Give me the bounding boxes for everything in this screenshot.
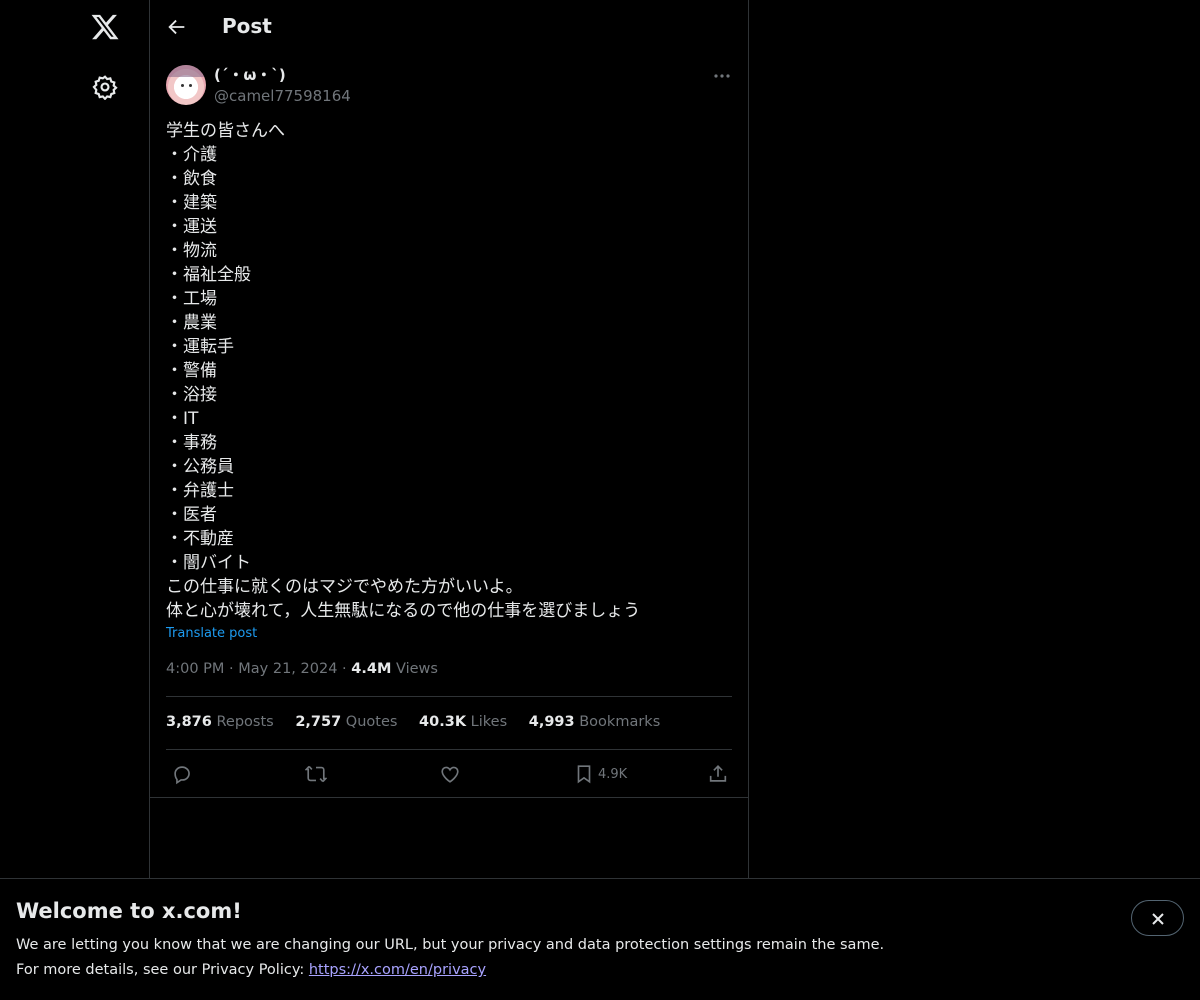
- close-icon: [1152, 913, 1164, 925]
- post-text-line: ・浴接: [166, 385, 217, 405]
- welcome-banner: Welcome to x.com! We are letting you kno…: [0, 878, 1200, 1000]
- banner-text: We are letting you know that we are chan…: [16, 937, 885, 953]
- likes-label: Likes: [470, 714, 508, 730]
- bookmarks-stat: 4,993 Bookmarks: [529, 714, 661, 730]
- quotes-count: 2,757: [295, 714, 342, 730]
- post: (´・ω・`) @camel77598164 学生の皆さんへ ・介護 ・飲食 ・…: [150, 54, 748, 798]
- post-text-line: ・弁護士: [166, 481, 234, 501]
- meta-separator: ·: [229, 661, 234, 677]
- left-rail: [0, 0, 150, 1000]
- post-text-line: ・福祉全般: [166, 265, 251, 285]
- post-text-line: ・介護: [166, 145, 217, 165]
- back-arrow-icon[interactable]: [166, 16, 188, 38]
- post-text-line: ・警備: [166, 361, 217, 381]
- post-meta: 4:00 PM · May 21, 2024 · 4.4M Views: [166, 661, 438, 677]
- gear-icon[interactable]: [92, 74, 118, 101]
- banner-privacy-prefix: For more details, see our Privacy Policy…: [16, 962, 309, 978]
- bookmark-icon[interactable]: 4.9K: [573, 763, 627, 785]
- views-count: 4.4M: [351, 661, 392, 677]
- bookmark-count: 4.9K: [598, 767, 628, 782]
- quotes-label: Quotes: [345, 714, 398, 730]
- bookmarks-label: Bookmarks: [579, 714, 661, 730]
- repost-icon[interactable]: [304, 763, 328, 785]
- banner-privacy-line: For more details, see our Privacy Policy…: [16, 962, 486, 978]
- more-options-icon[interactable]: [712, 68, 732, 82]
- reposts-stat[interactable]: 3,876 Reposts: [166, 714, 274, 730]
- heart-icon[interactable]: [439, 763, 461, 785]
- post-actions: 4.9K: [150, 759, 748, 789]
- post-text-line: ・建築: [166, 193, 217, 213]
- user-handle[interactable]: @camel77598164: [214, 87, 351, 105]
- post-text-line: ・公務員: [166, 457, 234, 477]
- avatar[interactable]: [166, 65, 206, 105]
- bookmarks-count: 4,993: [528, 714, 575, 730]
- divider: [166, 749, 732, 750]
- privacy-policy-link[interactable]: https://x.com/en/privacy: [309, 962, 486, 978]
- post-text: 学生の皆さんへ ・介護 ・飲食 ・建築 ・運送 ・物流 ・福祉全般 ・工場 ・農…: [166, 119, 736, 623]
- share-icon[interactable]: [707, 763, 729, 785]
- reply-icon[interactable]: [171, 763, 193, 785]
- views-label: Views: [396, 661, 438, 677]
- post-time[interactable]: 4:00 PM: [166, 661, 224, 677]
- post-text-line: ・医者: [166, 505, 217, 525]
- banner-title: Welcome to x.com!: [16, 899, 242, 923]
- post-text-line: ・不動産: [166, 529, 234, 549]
- meta-separator: ·: [342, 661, 347, 677]
- post-text-line: この仕事に就くのはマジでやめた方がいいよ。: [166, 577, 523, 597]
- post-text-line: ・事務: [166, 433, 217, 453]
- translate-post-link[interactable]: Translate post: [166, 626, 257, 641]
- post-column: Post (´・ω・`) @camel77598164 学生の皆さんへ ・介護 …: [149, 0, 749, 1000]
- close-banner-button[interactable]: [1131, 900, 1184, 936]
- x-logo-icon[interactable]: [90, 12, 120, 42]
- page-title: Post: [222, 14, 272, 38]
- post-date[interactable]: May 21, 2024: [238, 661, 337, 677]
- post-text-line: ・運転手: [166, 337, 234, 357]
- post-text-line: ・IT: [166, 409, 199, 429]
- post-text-line: ・物流: [166, 241, 217, 261]
- post-text-line: ・運送: [166, 217, 217, 237]
- post-text-line: ・農業: [166, 313, 217, 333]
- column-header: Post: [150, 0, 748, 54]
- post-text-line: 学生の皆さんへ: [166, 121, 285, 141]
- post-text-line: ・飲食: [166, 169, 217, 189]
- reposts-count: 3,876: [166, 714, 212, 730]
- likes-count: 40.3K: [419, 714, 467, 730]
- post-stats: 3,876 Reposts 2,757 Quotes 40.3K Likes 4…: [166, 714, 677, 730]
- post-text-line: ・闇バイト: [166, 553, 251, 573]
- divider: [166, 696, 732, 697]
- post-text-line: 体と心が壊れて，人生無駄になるので他の仕事を選びましょう: [166, 601, 641, 621]
- quotes-stat[interactable]: 2,757 Quotes: [295, 714, 397, 730]
- reposts-label: Reposts: [216, 714, 274, 730]
- likes-stat[interactable]: 40.3K Likes: [419, 714, 507, 730]
- app-root: Post (´・ω・`) @camel77598164 学生の皆さんへ ・介護 …: [0, 0, 1200, 1000]
- display-name[interactable]: (´・ω・`): [214, 64, 286, 85]
- post-text-line: ・工場: [166, 289, 217, 309]
